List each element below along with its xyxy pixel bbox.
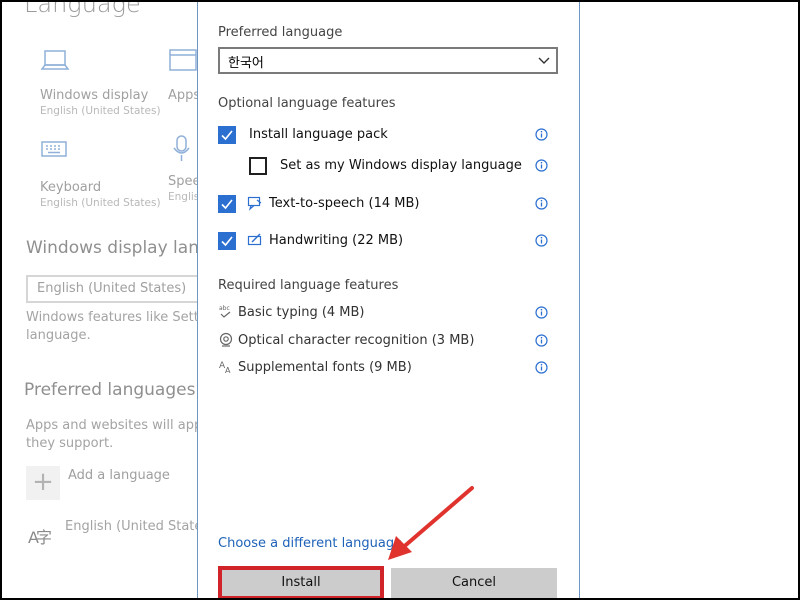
display-note-line1: Windows features like Settings (26, 310, 226, 325)
option-set-display-language[interactable]: Set as my Windows display language (218, 157, 558, 177)
apps-window-icon (169, 49, 197, 71)
check-icon (221, 199, 233, 210)
chevron-down-icon (538, 57, 550, 64)
info-icon[interactable] (535, 306, 548, 319)
svg-text:abc: abc (219, 305, 230, 312)
keyboard-icon (41, 141, 67, 157)
handwriting-icon (247, 233, 262, 246)
tile-name: Apps (168, 88, 198, 103)
add-language-button[interactable]: + (26, 466, 60, 500)
required-label: Basic typing (4 MB) (238, 305, 365, 320)
choose-different-language-link[interactable]: Choose a different language (218, 536, 402, 551)
language-glyph: A字 (28, 528, 52, 547)
add-language-label[interactable]: Add a language (68, 468, 170, 483)
basic-typing-icon: abc (219, 305, 231, 318)
language-icon: A字 (28, 520, 56, 550)
text-to-speech-icon (247, 196, 262, 211)
info-icon[interactable] (535, 361, 548, 374)
optional-features-label: Optional language features (218, 96, 396, 111)
tile-apps[interactable]: Apps (168, 48, 198, 103)
info-icon[interactable] (535, 334, 548, 347)
check-icon (221, 130, 233, 141)
handwriting-checkbox[interactable] (218, 232, 236, 250)
info-icon[interactable] (535, 197, 548, 210)
option-install-language-pack[interactable]: Install language pack (218, 126, 558, 146)
display-language-select[interactable]: English (United States) (26, 275, 216, 303)
set-display-language-checkbox[interactable] (249, 157, 267, 175)
annotation-arrow-icon (388, 486, 474, 560)
preferred-languages-heading: Preferred languages (24, 380, 196, 400)
option-label: Set as my Windows display language (280, 158, 522, 173)
tile-name: Spee (168, 174, 198, 189)
info-icon[interactable] (535, 159, 548, 172)
preferred-note-line2: they support. (26, 436, 114, 451)
laptop-icon (40, 50, 70, 70)
ocr-icon (219, 332, 233, 347)
info-icon[interactable] (535, 128, 548, 141)
display-note-line2: language. (26, 328, 91, 343)
installed-language-name[interactable]: English (United States) (65, 519, 214, 534)
text-to-speech-checkbox[interactable] (218, 195, 236, 213)
microphone-icon (173, 135, 190, 161)
option-label: Install language pack (249, 127, 388, 142)
svg-text:A: A (225, 366, 231, 375)
required-ocr: Optical character recognition (3 MB) (218, 332, 558, 352)
tile-sub: Englis (168, 191, 198, 203)
required-features-label: Required language features (218, 278, 399, 293)
preferred-language-select[interactable]: 한국어 (218, 47, 558, 74)
display-language-heading: Windows display langu (26, 238, 221, 258)
required-supplemental-fonts: A A Supplemental fonts (9 MB) (218, 359, 558, 379)
option-text-to-speech[interactable]: Text-to-speech (14 MB) (218, 195, 558, 215)
install-button[interactable]: Install (218, 566, 384, 600)
page-title: Language (24, 0, 141, 18)
required-label: Optical character recognition (3 MB) (238, 333, 475, 348)
option-label: Handwriting (22 MB) (269, 233, 404, 248)
preferred-language-label: Preferred language (218, 25, 343, 40)
info-icon[interactable] (535, 234, 548, 247)
tile-speech[interactable]: Spee Englis (168, 134, 198, 203)
option-label: Text-to-speech (14 MB) (269, 196, 420, 211)
tile-sub: English (United States) (40, 105, 161, 117)
required-basic-typing: abc Basic typing (4 MB) (218, 304, 558, 324)
required-label: Supplemental fonts (9 MB) (238, 360, 412, 375)
check-icon (221, 236, 233, 247)
preferred-note-line1: Apps and websites will appear (26, 418, 224, 433)
install-language-pack-checkbox[interactable] (218, 126, 236, 144)
fonts-icon: A A (219, 361, 231, 375)
preferred-language-value: 한국어 (228, 56, 264, 71)
option-handwriting[interactable]: Handwriting (22 MB) (218, 232, 558, 252)
cancel-button[interactable]: Cancel (391, 568, 557, 598)
